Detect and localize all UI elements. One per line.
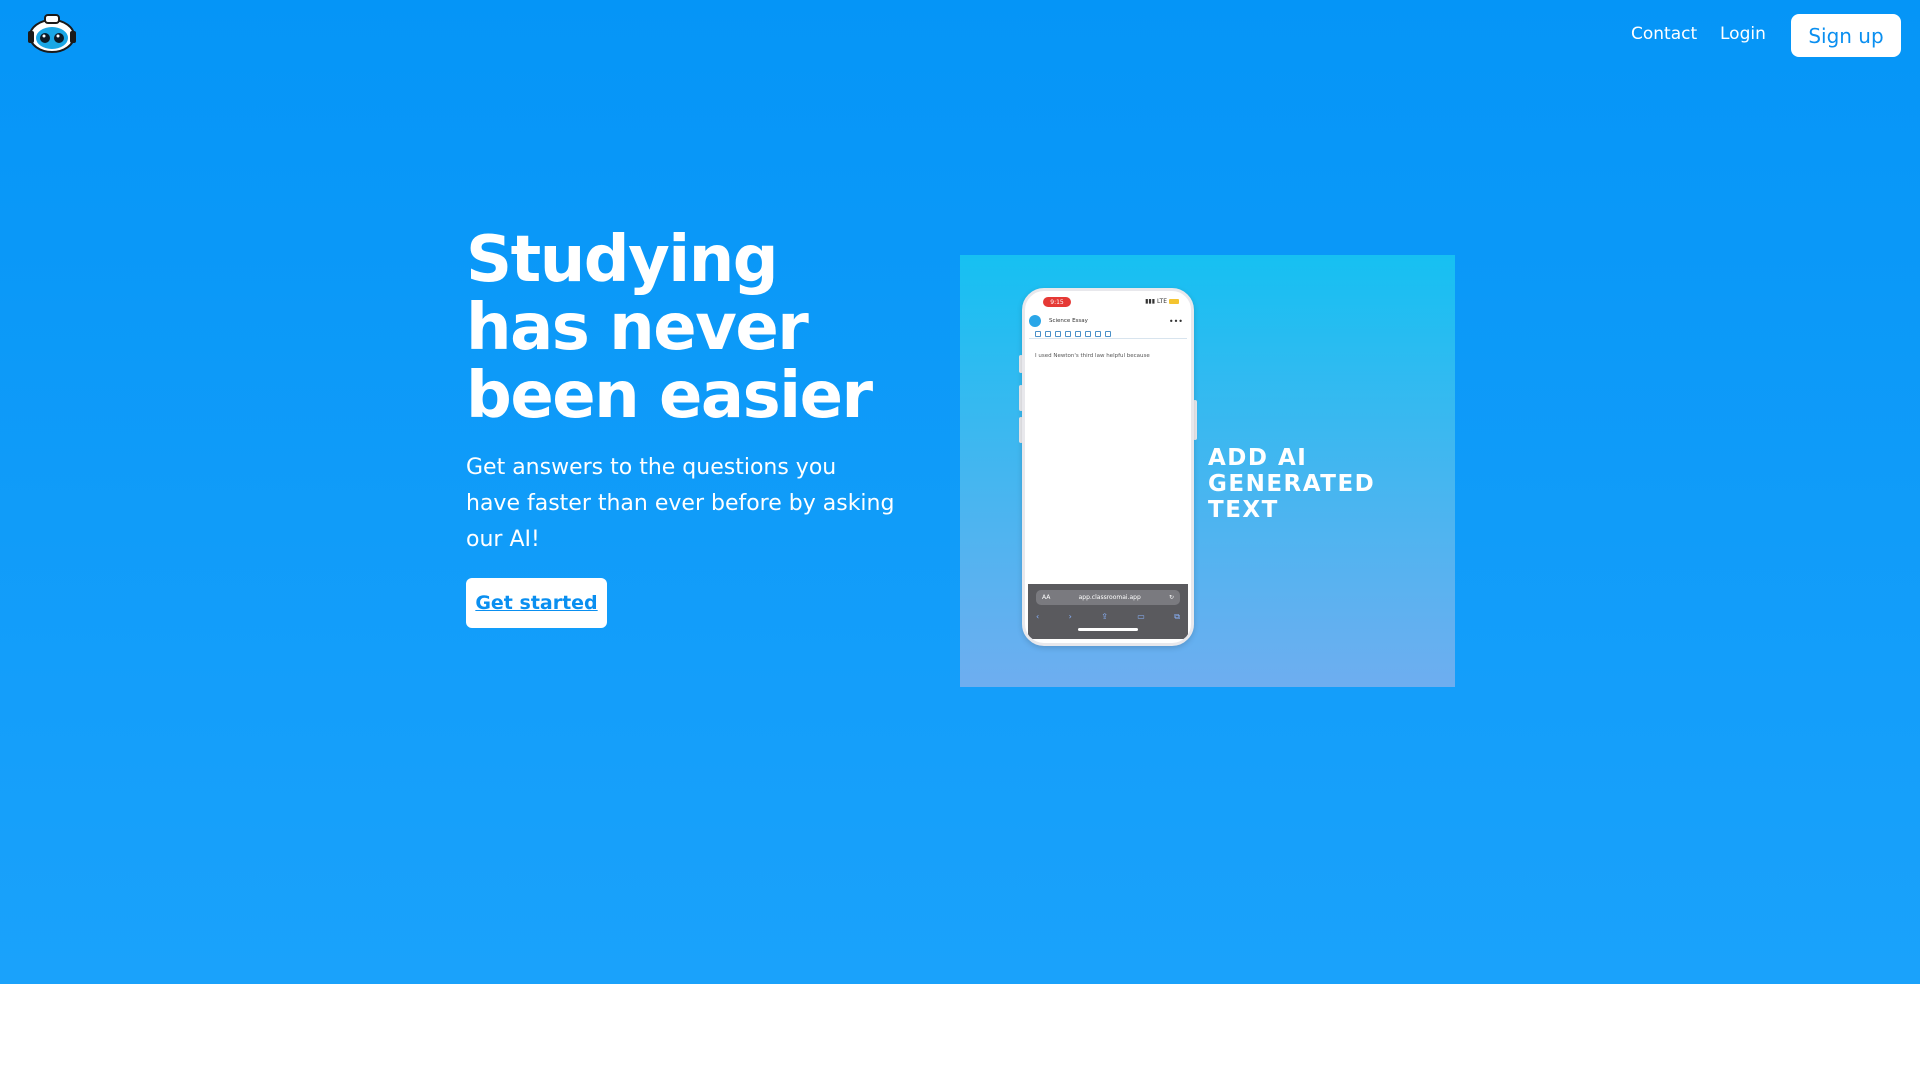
tool-icon xyxy=(1085,331,1091,337)
hero-subtext: Get answers to the questions you have fa… xyxy=(466,455,895,552)
browser-bar: AA app.classroomai.app ↻ ‹ › ⇪ ▭ ⧉ xyxy=(1028,584,1188,639)
home-indicator xyxy=(1078,628,1138,631)
tool-icon xyxy=(1045,331,1051,337)
tool-icon xyxy=(1075,331,1081,337)
phone-statusbar: 9:15 ▮▮▮ LTE xyxy=(1025,295,1191,309)
status-indicators: ▮▮▮ LTE xyxy=(1145,298,1179,305)
tool-icon xyxy=(1065,331,1071,337)
tool-icon xyxy=(1105,331,1111,337)
bookmarks-icon: ▭ xyxy=(1137,612,1145,621)
network-label: LTE xyxy=(1157,298,1167,305)
tool-icon xyxy=(1055,331,1061,337)
forward-icon: › xyxy=(1068,612,1072,621)
navbar: Contact Login Sign up xyxy=(0,0,1920,70)
robot-logo-icon[interactable] xyxy=(26,12,78,54)
hero-section: Contact Login Sign up Studying has never… xyxy=(0,0,1920,984)
doc-toolbar xyxy=(1029,331,1187,339)
url-field: AA app.classroomai.app ↻ xyxy=(1036,590,1180,605)
nav-login-link[interactable]: Login xyxy=(1720,24,1766,44)
doc-title: Science Essay xyxy=(1049,318,1088,324)
get-started-button[interactable]: Get started xyxy=(466,578,607,628)
app-avatar-icon xyxy=(1029,315,1041,327)
nav-contact-link[interactable]: Contact xyxy=(1631,24,1697,44)
text-size-label: AA xyxy=(1042,594,1051,601)
signup-button[interactable]: Sign up xyxy=(1791,14,1901,57)
tool-icon xyxy=(1095,331,1101,337)
more-icon: ••• xyxy=(1168,316,1183,326)
promo-caption: ADD AI GENERATED TEXT xyxy=(1208,445,1376,523)
battery-icon xyxy=(1169,299,1179,304)
browser-nav: ‹ › ⇪ ▭ ⧉ xyxy=(1036,612,1180,622)
tabs-icon: ⧉ xyxy=(1174,612,1180,621)
back-icon: ‹ xyxy=(1036,612,1040,621)
tool-icon xyxy=(1035,331,1041,337)
phone-mockup: 9:15 ▮▮▮ LTE Science Essay ••• I used Ne… xyxy=(1022,288,1194,646)
reload-icon: ↻ xyxy=(1168,594,1174,601)
hero-headline: Studying has never been easier xyxy=(466,223,873,433)
url-text: app.classroomai.app xyxy=(1078,594,1141,601)
signal-icon: ▮▮▮ xyxy=(1145,298,1156,305)
doc-header: Science Essay ••• xyxy=(1029,313,1189,329)
promo-video[interactable]: 9:15 ▮▮▮ LTE Science Essay ••• I used Ne… xyxy=(960,255,1455,687)
share-icon: ⇪ xyxy=(1101,612,1108,621)
doc-content: I used Newton's third law helpful becaus… xyxy=(1035,353,1150,359)
status-time: 9:15 xyxy=(1043,297,1071,307)
